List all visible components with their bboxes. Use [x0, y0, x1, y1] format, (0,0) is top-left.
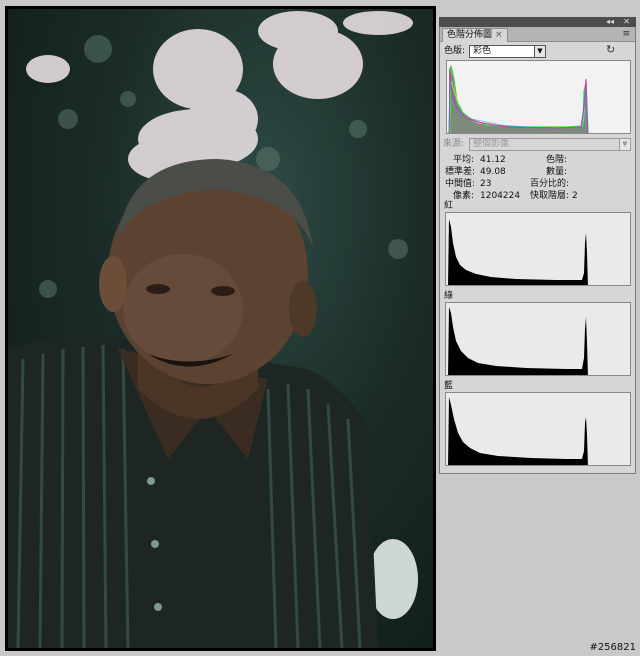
panel-menu-icon[interactable]: ≡ [622, 29, 630, 39]
photo-illustration [8, 11, 418, 648]
green-channel-label: 綠 [444, 291, 454, 301]
source-label: 來源: [443, 139, 465, 149]
refresh-icon[interactable]: ↻ [606, 44, 615, 56]
watermark: #256821 [589, 642, 636, 653]
stat-percentile-label: 百分比的: [530, 179, 570, 189]
red-channel-label: 紅 [444, 201, 454, 211]
panel-title-bar[interactable]: ◂◂ ✕ [439, 17, 636, 27]
histogram-green [445, 302, 631, 376]
panel-tab-bar: 色階分佈圖 × ≡ [440, 27, 635, 42]
stat-mean-value: 41.12 [480, 155, 506, 165]
channel-label: 色版: [444, 46, 466, 56]
channel-select-value: 彩色 [473, 46, 492, 56]
stat-pixels-label: 像素: [453, 191, 475, 201]
histogram-green-graph [448, 307, 588, 375]
stat-pixels-value: 1204224 [480, 191, 521, 201]
histogram-blue-graph [448, 397, 588, 465]
stat-std-value: 49.08 [480, 167, 506, 177]
stat-cache-label: 快取階層: [530, 191, 570, 201]
tab-histogram[interactable]: 色階分佈圖 × [442, 28, 508, 42]
histogram-red-graph [448, 219, 588, 285]
channel-select[interactable]: 彩色 ▼ [469, 45, 546, 58]
photo-frame [5, 6, 436, 651]
source-select[interactable]: 整個影像 ▼ [469, 138, 631, 151]
stat-mean-label: 平均: [453, 155, 475, 165]
document-image[interactable] [8, 9, 433, 648]
source-select-value: 整個影像 [473, 139, 510, 149]
histogram-red [445, 212, 631, 286]
collapse-icon[interactable]: ◂◂ [606, 17, 614, 27]
stat-count-label: 數量: [546, 167, 568, 177]
blue-channel-label: 藍 [444, 381, 454, 391]
chevron-down-icon: ▼ [619, 139, 630, 150]
stat-median-label: 中間值: [445, 179, 476, 189]
histogram-composite [446, 60, 631, 134]
chevron-down-icon: ▼ [534, 46, 545, 57]
histogram-blue [445, 392, 631, 466]
stat-std-label: 標準差: [445, 167, 476, 177]
stat-median-value: 23 [480, 179, 492, 189]
tab-histogram-label: 色階分佈圖 [447, 30, 493, 40]
histogram-composite-graph [448, 65, 589, 133]
stat-level-label: 色階: [546, 155, 568, 165]
stat-cache-value: 2 [572, 191, 578, 201]
close-icon[interactable]: ✕ [623, 17, 630, 27]
tab-close-icon[interactable]: × [495, 30, 503, 40]
